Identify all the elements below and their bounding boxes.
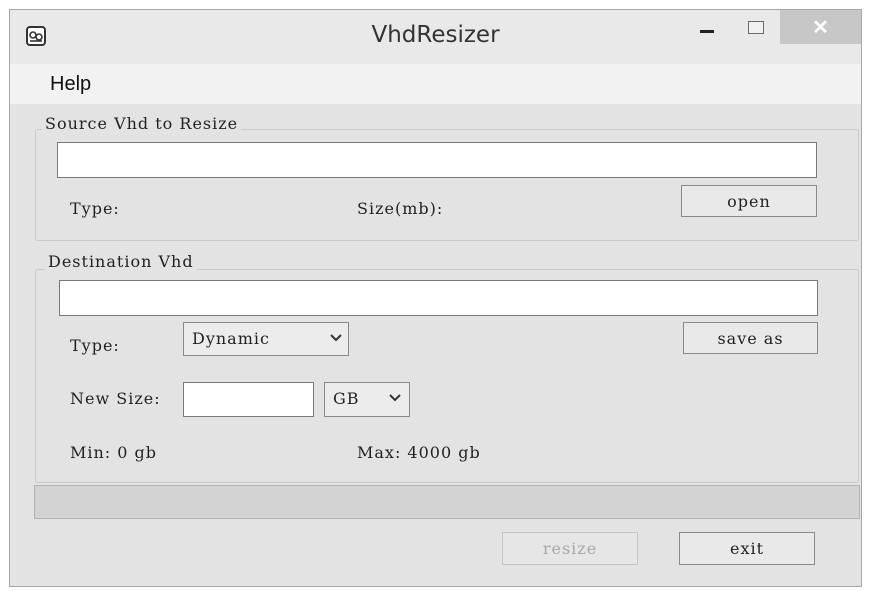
open-button[interactable]: open: [681, 185, 817, 217]
close-icon: ✕: [812, 17, 829, 39]
destination-group-label: Destination Vhd: [45, 252, 197, 271]
source-type-label: Type:: [70, 199, 120, 218]
resize-button-label: resize: [542, 539, 598, 558]
min-size-label: Min: 0 gb: [70, 443, 158, 462]
size-unit-select[interactable]: GB: [324, 382, 410, 417]
destination-type-value: Dynamic: [192, 329, 270, 348]
destination-type-select[interactable]: Dynamic: [183, 322, 349, 356]
chevron-down-icon: [389, 394, 401, 402]
destination-path-input[interactable]: [59, 280, 818, 316]
destination-type-label: Type:: [70, 336, 120, 355]
close-button[interactable]: ✕: [780, 10, 861, 44]
exit-button[interactable]: exit: [679, 532, 815, 565]
menu-bar: Help: [10, 64, 861, 104]
maximize-button[interactable]: [732, 10, 778, 44]
save-as-button[interactable]: save as: [683, 322, 818, 354]
max-size-label: Max: 4000 gb: [357, 443, 481, 462]
new-size-label: New Size:: [70, 389, 161, 408]
minimize-button[interactable]: [683, 10, 729, 44]
chevron-down-icon: [330, 334, 342, 342]
source-size-label: Size(mb):: [357, 199, 444, 218]
progress-bar: [34, 485, 860, 519]
save-as-button-label: save as: [717, 329, 784, 348]
open-button-label: open: [727, 192, 771, 211]
exit-button-label: exit: [729, 539, 765, 558]
menu-help[interactable]: Help: [50, 73, 91, 96]
source-group-label: Source Vhd to Resize: [42, 114, 242, 133]
source-path-input[interactable]: [57, 142, 817, 178]
app-window: VhdResizer ✕ Help Source Vhd to Resize T…: [9, 9, 862, 587]
resize-button[interactable]: resize: [502, 532, 638, 565]
size-unit-value: GB: [333, 389, 360, 408]
new-size-input[interactable]: [183, 382, 314, 417]
title-bar[interactable]: VhdResizer ✕: [10, 10, 861, 64]
